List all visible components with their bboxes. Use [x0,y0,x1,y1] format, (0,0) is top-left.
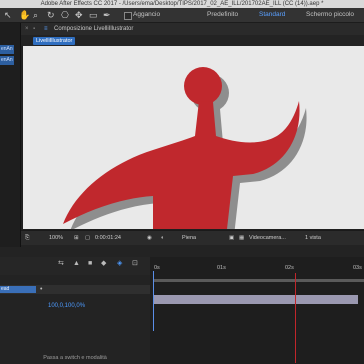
zoom-dropdown[interactable]: 100% [49,231,63,245]
ruler-tick: 02s [285,265,294,271]
rotate-tool-icon[interactable]: ↻ [47,9,55,21]
snapshot-icon[interactable]: ◉ [147,231,152,245]
graph-editor-icon[interactable]: ⊡ [132,259,138,268]
project-item[interactable]: enAn [0,56,14,65]
project-panel: enAn enAn [0,23,21,260]
snap-checkbox[interactable] [124,12,132,20]
comp-icon[interactable]: ⇆ [58,259,64,268]
resolution-dropdown[interactable]: Piena [182,231,196,245]
timeline-track[interactable]: 0s 01s 02s 03s [150,257,364,364]
viewer-options-icon[interactable]: ⎘ [25,231,29,245]
pan-behind-tool-icon[interactable]: ✥ [75,9,83,21]
timecode[interactable]: 0:00:01:24 [95,231,121,245]
visibility-icon[interactable]: • [40,285,42,294]
ruler-tick: 03s [353,265,362,271]
transparency-icon[interactable]: ▦ [239,231,244,245]
shape-tool-icon[interactable]: ▭ [89,9,98,21]
shy-icon[interactable]: ■ [88,259,92,268]
composition-panel-title: Composizione LivelliIllustrator [54,26,134,32]
figure-head [184,67,222,105]
scale-value[interactable]: 100,0,100,0% [48,303,85,309]
draft-icon[interactable]: ▲ [73,259,80,268]
timeline-panel: ⇆ ▲ ■ ◆ ◈ ⊡ • ead 100,0,100,0% 0s 01s 02… [0,247,364,364]
composition-viewer[interactable] [21,46,364,230]
layer-duration-bar[interactable] [153,295,358,304]
selection-tool-icon[interactable]: ↖ [4,9,12,21]
composition-canvas[interactable] [23,46,364,229]
ruler-tick: 01s [217,265,226,271]
layer-switches-header: ⇆ ▲ ■ ◆ ◈ ⊡ [0,257,150,275]
window-title: Adobe After Effects CC 2017 - /Users/ema… [0,0,364,8]
mask-icon[interactable]: ▢ [85,231,90,245]
workspace-standard[interactable]: Standard [259,8,285,22]
region-icon[interactable]: ▣ [229,231,234,245]
illustration [63,67,307,229]
lock-icon[interactable]: ▪ [33,23,35,35]
snap-label: Aggancio [133,11,161,18]
layer-name[interactable]: ead [0,286,36,293]
workspace-small-screen[interactable]: Schermo piccolo [306,8,354,22]
frame-blend-icon[interactable]: ◆ [101,259,106,268]
composition-tab[interactable]: LivelliIllustrator [33,37,76,45]
figure [63,67,300,229]
toggle-switches-modes[interactable]: Passa a switch e modalità [0,353,150,364]
current-time-indicator[interactable] [295,273,296,363]
toolbar: ↖ ✋ ⌕ ↻ ⎔ ✥ ▭ ✒ Aggancio Predefinito Sta… [0,8,364,23]
hand-tool-icon[interactable]: ✋ [19,9,30,21]
close-icon[interactable]: × [25,23,29,35]
zoom-tool-icon[interactable]: ⌕ [33,9,38,21]
grid-icon[interactable]: ⊞ [74,231,79,245]
viewer-controls: ⎘ 100% ⊞ ▢ 0:00:01:24 ◉ ◐ Piena ▣ ▦ Vide… [21,230,364,245]
pen-tool-icon[interactable]: ✒ [103,9,111,21]
menu-icon[interactable]: ≡ [44,23,48,35]
ruler-tick: 0s [154,265,160,271]
composition-panel-header: × ▪ ≡ Composizione LivelliIllustrator [21,23,364,35]
work-area-start[interactable] [153,271,154,331]
composition-tab-strip: LivelliIllustrator [21,35,364,46]
camera-tool-icon[interactable]: ⎔ [61,9,69,21]
views-dropdown[interactable]: 1 vista [305,231,321,245]
motion-blur-icon[interactable]: ◈ [117,259,122,268]
workspace-default[interactable]: Predefinito [207,8,238,22]
color-icon[interactable]: ◐ [161,231,164,245]
work-area-bar[interactable] [153,279,364,282]
camera-dropdown[interactable]: Videocamera... [249,231,286,245]
project-item[interactable]: enAn [0,45,14,54]
